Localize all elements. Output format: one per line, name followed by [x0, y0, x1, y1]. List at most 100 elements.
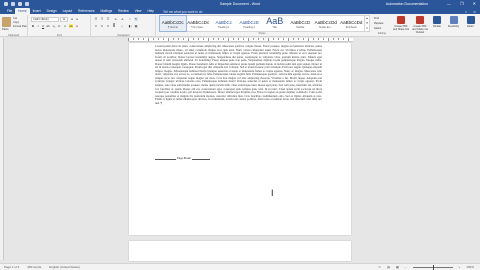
ruler-tick: [338, 38, 339, 40]
paste-button[interactable]: Paste: [2, 28, 9, 31]
paste-icon[interactable]: [2, 17, 11, 27]
document-page[interactable]: Lorem ipsum dolor sit amet, consectetuer…: [129, 43, 351, 235]
styles-gallery: AaBbCcDc ¶ Normal AaBbCcDc ¶ No Spac... Aa…: [159, 15, 365, 32]
justify-icon[interactable]: ≣: [112, 24, 116, 28]
font-size-select[interactable]: 11: [60, 17, 68, 22]
ruler-tick: [308, 38, 309, 41]
title-bar: Sample Document - Word Automation Docume…: [0, 0, 480, 8]
ruler-tick: [268, 38, 269, 41]
create-pdf-share-link-button[interactable]: Create PDF and Share link: [392, 16, 410, 31]
style-name: Heading 2: [243, 26, 255, 29]
bold-icon[interactable]: B: [31, 24, 35, 28]
italic-icon[interactable]: I: [36, 24, 40, 28]
vertical-ruler[interactable]: [0, 38, 4, 260]
zoom-slider[interactable]: [412, 264, 453, 270]
find-button[interactable]: Find: [374, 17, 379, 20]
style-sample: AaBbCcDd: [340, 20, 363, 25]
page-count[interactable]: Page 1 of 2: [4, 265, 19, 269]
restore-button[interactable]: ❐: [460, 1, 464, 6]
shading-icon[interactable]: ◧: [128, 24, 132, 28]
styles-scroll[interactable]: ▲ ▼ ▾: [365, 15, 370, 32]
copy-button[interactable]: Copy: [13, 21, 19, 24]
sort-icon[interactable]: ↕: [128, 17, 132, 21]
zoom-out-icon[interactable]: −: [405, 265, 407, 269]
sensitivity-button[interactable]: Sensitivity: [445, 16, 462, 28]
align-center-icon[interactable]: ≡: [100, 24, 104, 28]
align-right-icon[interactable]: ≡: [106, 24, 110, 28]
print-layout-icon[interactable]: ▤: [387, 265, 390, 269]
horizontal-ruler[interactable]: [128, 38, 353, 42]
text-effects-icon[interactable]: A: [63, 24, 67, 28]
editor-button[interactable]: Editor: [463, 16, 478, 28]
style-heading-1[interactable]: AaBbCc Heading 1: [211, 16, 237, 31]
underline-icon[interactable]: U: [41, 24, 45, 28]
sensitivity-icon: [449, 16, 458, 24]
style-heading-2[interactable]: AaBbCcE Heading 2: [237, 16, 263, 31]
increase-indent-icon[interactable]: ⇥: [120, 17, 124, 21]
document-page-2[interactable]: [129, 241, 351, 261]
create-pdf-share-outlook-button[interactable]: Create PDF and Share via Outlook: [411, 16, 429, 34]
ruler-tick: [183, 38, 184, 40]
dictate-button[interactable]: Dictate: [430, 16, 444, 28]
addin-label: Dictate: [433, 25, 441, 28]
document-body[interactable]: Lorem ipsum dolor sit amet, consectetuer…: [155, 44, 322, 105]
ruler-tick: [188, 38, 189, 41]
language[interactable]: English (United States): [49, 265, 80, 269]
style-name: Title: [272, 26, 278, 29]
style-emphasis[interactable]: AaBbCcDd Emphasis: [339, 16, 365, 31]
align-left-icon[interactable]: ≡: [94, 24, 98, 28]
superscript-icon[interactable]: x²: [57, 24, 61, 28]
web-layout-icon[interactable]: ▦: [396, 265, 399, 269]
select-button[interactable]: Select: [374, 27, 381, 30]
style-name: ¶ No Spac...: [191, 26, 206, 29]
decrease-indent-icon[interactable]: ⇤: [114, 17, 118, 21]
highlight-icon[interactable]: ab: [69, 24, 73, 28]
bullets-icon[interactable]: ☰: [94, 17, 98, 21]
addin-label: Sensitivity: [447, 25, 460, 28]
style-normal[interactable]: AaBbCcDc ¶ Normal: [159, 15, 187, 32]
format-painter-button[interactable]: Format Painter: [13, 25, 27, 28]
multilevel-list-icon[interactable]: ☲: [106, 17, 110, 21]
user-name[interactable]: Automation Documentation: [386, 2, 428, 6]
style-subtle-emphasis[interactable]: AaBbCcDd Subtle Em...: [313, 16, 339, 31]
ruler-tick: [283, 38, 284, 40]
style-subtitle[interactable]: AaBbCcD Subtitle: [288, 16, 314, 31]
shrink-font-icon[interactable]: a: [75, 17, 79, 21]
minimize-button[interactable]: —: [447, 1, 451, 6]
addin-label: Create PDF and Share link: [393, 25, 409, 31]
replace-button[interactable]: Replace: [374, 22, 384, 25]
editor-icon: [466, 16, 475, 24]
strikethrough-icon[interactable]: ab: [46, 24, 50, 28]
paragraph-group-label: Paragraph: [117, 34, 130, 37]
font-color-icon[interactable]: A: [75, 24, 79, 28]
numbering-icon[interactable]: ☷: [100, 17, 104, 21]
read-mode-icon[interactable]: ▭: [378, 265, 381, 269]
ruler-tick: [148, 38, 149, 41]
clipboard-group: Paste Cut Copy Format Painter Clipboard: [0, 15, 28, 37]
subscript-icon[interactable]: x₂: [52, 24, 56, 28]
ruler-tick: [288, 38, 289, 41]
show-formatting-icon[interactable]: ¶: [134, 17, 138, 21]
style-title[interactable]: AaB Title: [262, 16, 288, 31]
status-right: ▭ ▤ ▦ − + 100%: [378, 264, 474, 270]
word-count[interactable]: 283 words: [27, 265, 41, 269]
pdf-outlook-icon: [416, 16, 424, 24]
zoom-slider-thumb[interactable]: [432, 264, 434, 270]
line-spacing-icon[interactable]: ↨: [120, 24, 124, 28]
style-sample: AaBbCcDc: [187, 20, 210, 25]
font-name-select[interactable]: Calibri (Body): [31, 17, 59, 22]
style-name: Subtitle: [296, 26, 305, 29]
close-button[interactable]: ✕: [473, 1, 476, 6]
cut-button[interactable]: Cut: [13, 17, 17, 20]
grow-font-icon[interactable]: A: [70, 17, 74, 21]
style-name: Emphasis: [345, 26, 357, 29]
zoom-level[interactable]: 100%: [466, 265, 474, 269]
ruler-tick: [203, 38, 204, 40]
borders-icon[interactable]: ▦: [134, 24, 138, 28]
font-group: Calibri (Body) 11 A a B I U ab x₂ x² A a…: [29, 15, 91, 37]
style-no-spacing[interactable]: AaBbCcDc ¶ No Spac...: [186, 16, 212, 31]
style-name: ¶ Normal: [167, 26, 178, 29]
zoom-in-icon[interactable]: +: [459, 265, 461, 269]
addin-label: Editor: [467, 25, 474, 28]
editing-group-label: Editing: [378, 32, 386, 35]
